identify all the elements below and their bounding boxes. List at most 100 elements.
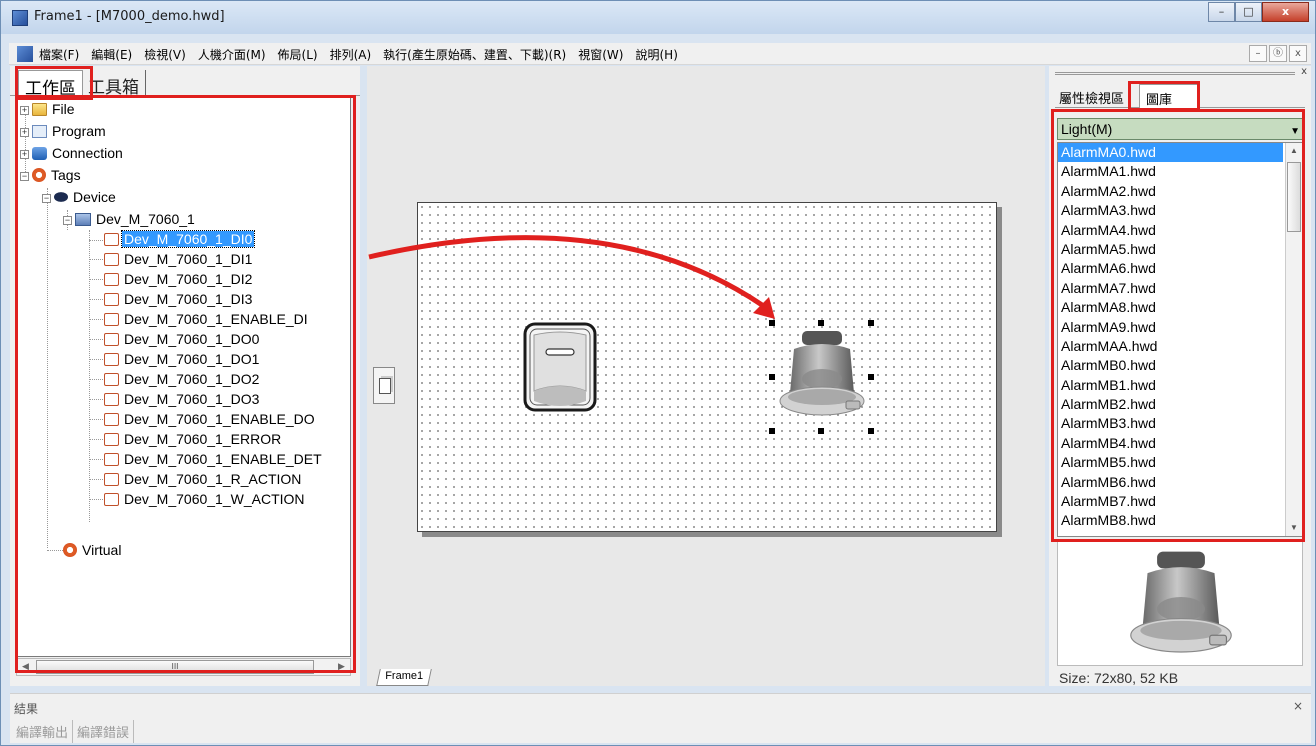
- resize-handle[interactable]: [868, 374, 874, 380]
- category-select[interactable]: Light(M) ▼: [1057, 118, 1303, 140]
- menu-layout[interactable]: 佈局(L): [278, 46, 318, 63]
- resize-handle[interactable]: [868, 428, 874, 434]
- list-item[interactable]: AlarmMA4.hwd: [1058, 221, 1302, 240]
- menu-help[interactable]: 說明(H): [635, 46, 677, 63]
- resize-handle[interactable]: [868, 320, 874, 326]
- resize-handle[interactable]: [818, 320, 824, 326]
- list-item[interactable]: AlarmMB4.hwd: [1058, 434, 1302, 453]
- collapse-icon[interactable]: −: [63, 216, 72, 225]
- tab-toolbox[interactable]: 工具箱: [82, 70, 146, 98]
- gallery-file-list[interactable]: AlarmMA0.hwd AlarmMA1.hwd AlarmMA2.hwd A…: [1057, 142, 1303, 537]
- list-item[interactable]: AlarmMB7.hwd: [1058, 492, 1302, 511]
- list-item[interactable]: AlarmMA7.hwd: [1058, 279, 1302, 298]
- close-button[interactable]: x: [1262, 2, 1309, 22]
- list-item[interactable]: AlarmMB0.hwd: [1058, 356, 1302, 375]
- tree-tag-item[interactable]: Dev_M_7060_1_ENABLE_DET: [104, 450, 324, 469]
- tree-tag-item[interactable]: Dev_M_7060_1_DI1: [104, 250, 254, 269]
- list-item[interactable]: AlarmMB1.hwd: [1058, 376, 1302, 395]
- scroll-right-icon[interactable]: ▶: [333, 659, 350, 675]
- tree-tag-item[interactable]: Dev_M_7060_1_DI3: [104, 290, 254, 309]
- list-item[interactable]: AlarmMB2.hwd: [1058, 395, 1302, 414]
- list-item[interactable]: AlarmMB6.hwd: [1058, 473, 1302, 492]
- scroll-thumb[interactable]: [1287, 162, 1301, 232]
- tree-tag-item[interactable]: Dev_M_7060_1_DI2: [104, 270, 254, 289]
- tree-tag-item[interactable]: Dev_M_7060_1_R_ACTION: [104, 470, 303, 489]
- collapse-icon[interactable]: −: [42, 194, 51, 203]
- tree-item-dev[interactable]: − Dev_M_7060_1: [63, 210, 197, 229]
- menu-edit[interactable]: 編輯(E): [91, 46, 132, 63]
- dropdown-arrow-icon[interactable]: ▼: [1290, 122, 1300, 142]
- tree-horizontal-scrollbar[interactable]: ◀ III ▶: [16, 658, 351, 676]
- resize-handle[interactable]: [818, 428, 824, 434]
- list-item[interactable]: AlarmMA8.hwd: [1058, 298, 1302, 317]
- list-item[interactable]: AlarmMAA.hwd: [1058, 337, 1302, 356]
- tree-tag-item[interactable]: Dev_M_7060_1_W_ACTION: [104, 490, 307, 509]
- tree-item-device[interactable]: − Device: [42, 188, 118, 207]
- expand-icon[interactable]: +: [20, 150, 29, 159]
- menu-window[interactable]: 視窗(W): [578, 46, 623, 63]
- tree-item-virtual[interactable]: Virtual: [63, 541, 123, 560]
- panel-grip[interactable]: [1055, 72, 1295, 75]
- list-item[interactable]: AlarmMA9.hwd: [1058, 318, 1302, 337]
- menu-run[interactable]: 執行(產生原始碼、建置、下載)(R): [383, 46, 566, 63]
- document-icon[interactable]: [17, 46, 33, 62]
- mdi-close-button[interactable]: x: [1289, 45, 1307, 62]
- alarm-light-widget[interactable]: [776, 327, 868, 421]
- tree-tag-item[interactable]: Dev_M_7060_1_DO0: [104, 330, 261, 349]
- program-icon: [32, 125, 47, 138]
- size-info: Size: 72x80, 52 KB: [1059, 670, 1179, 686]
- tree-tag-item[interactable]: Dev_M_7060_1_DO2: [104, 370, 261, 389]
- panel-close-icon[interactable]: x: [1301, 66, 1307, 77]
- results-panel: 結果 × 編譯輸出 編譯錯誤: [10, 693, 1311, 743]
- switch-widget[interactable]: [522, 321, 598, 413]
- tree-item-program[interactable]: + Program: [20, 122, 108, 141]
- pages-icon[interactable]: [373, 367, 395, 404]
- expand-icon[interactable]: +: [20, 106, 29, 115]
- scroll-thumb[interactable]: III: [36, 660, 314, 674]
- tree-tag-item[interactable]: Dev_M_7060_1_DO3: [104, 390, 261, 409]
- list-item[interactable]: AlarmMB8.hwd: [1058, 511, 1302, 530]
- scroll-down-icon[interactable]: ▼: [1286, 520, 1302, 536]
- scroll-up-icon[interactable]: ▲: [1286, 143, 1302, 159]
- list-item[interactable]: AlarmMB5.hwd: [1058, 453, 1302, 472]
- list-item[interactable]: AlarmMA3.hwd: [1058, 201, 1302, 220]
- scroll-left-icon[interactable]: ◀: [17, 659, 34, 675]
- list-item[interactable]: AlarmMA1.hwd: [1058, 162, 1302, 181]
- tree-item-tags[interactable]: − Tags: [20, 166, 83, 185]
- list-vertical-scrollbar[interactable]: ▲ ▼: [1285, 143, 1302, 536]
- resize-handle[interactable]: [769, 428, 775, 434]
- tab-workspace[interactable]: 工作區: [18, 70, 83, 99]
- tree-tag-item[interactable]: Dev_M_7060_1_DO1: [104, 350, 261, 369]
- tree-item-file[interactable]: + File: [20, 100, 77, 119]
- list-item[interactable]: AlarmMA5.hwd: [1058, 240, 1302, 259]
- alarm-light-preview: [1130, 551, 1232, 653]
- resize-handle[interactable]: [769, 374, 775, 380]
- menu-arrange[interactable]: 排列(A): [330, 46, 372, 63]
- mdi-restore-button[interactable]: ⓑ: [1269, 45, 1287, 62]
- tree-item-connection[interactable]: + Connection: [20, 144, 125, 163]
- tree-tag-item[interactable]: Dev_M_7060_1_ENABLE_DI: [104, 310, 310, 329]
- tab-gallery[interactable]: 圖庫: [1139, 84, 1199, 109]
- list-item[interactable]: AlarmMA2.hwd: [1058, 182, 1302, 201]
- mdi-minimize-button[interactable]: –: [1249, 45, 1267, 62]
- maximize-button[interactable]: □: [1235, 2, 1262, 22]
- menu-hmi[interactable]: 人機介面(M): [198, 46, 266, 63]
- tree-tag-item[interactable]: Dev_M_7060_1_DI0: [104, 230, 256, 249]
- results-close-icon[interactable]: ×: [1293, 699, 1303, 713]
- tree-tag-item[interactable]: Dev_M_7060_1_ENABLE_DO: [104, 410, 317, 429]
- minimize-button[interactable]: –: [1208, 2, 1235, 22]
- list-item[interactable]: AlarmMA0.hwd: [1058, 143, 1283, 163]
- tag-icon: [104, 433, 119, 446]
- tab-frame1[interactable]: Frame1: [376, 669, 432, 686]
- tree-tag-item[interactable]: Dev_M_7060_1_ERROR: [104, 430, 283, 449]
- tab-build-output[interactable]: 編譯輸出: [12, 720, 74, 743]
- menu-view[interactable]: 檢視(V): [144, 46, 186, 63]
- tab-properties[interactable]: 屬性檢視區: [1059, 88, 1124, 107]
- list-item[interactable]: AlarmMB3.hwd: [1058, 414, 1302, 433]
- menu-file[interactable]: 檔案(F): [39, 46, 79, 63]
- title-bar[interactable]: Frame1 - [M7000_demo.hwd] – □ x: [1, 1, 1315, 34]
- collapse-icon[interactable]: −: [20, 172, 29, 181]
- tab-build-errors[interactable]: 編譯錯誤: [73, 720, 135, 743]
- expand-icon[interactable]: +: [20, 128, 29, 137]
- list-item[interactable]: AlarmMA6.hwd: [1058, 259, 1302, 278]
